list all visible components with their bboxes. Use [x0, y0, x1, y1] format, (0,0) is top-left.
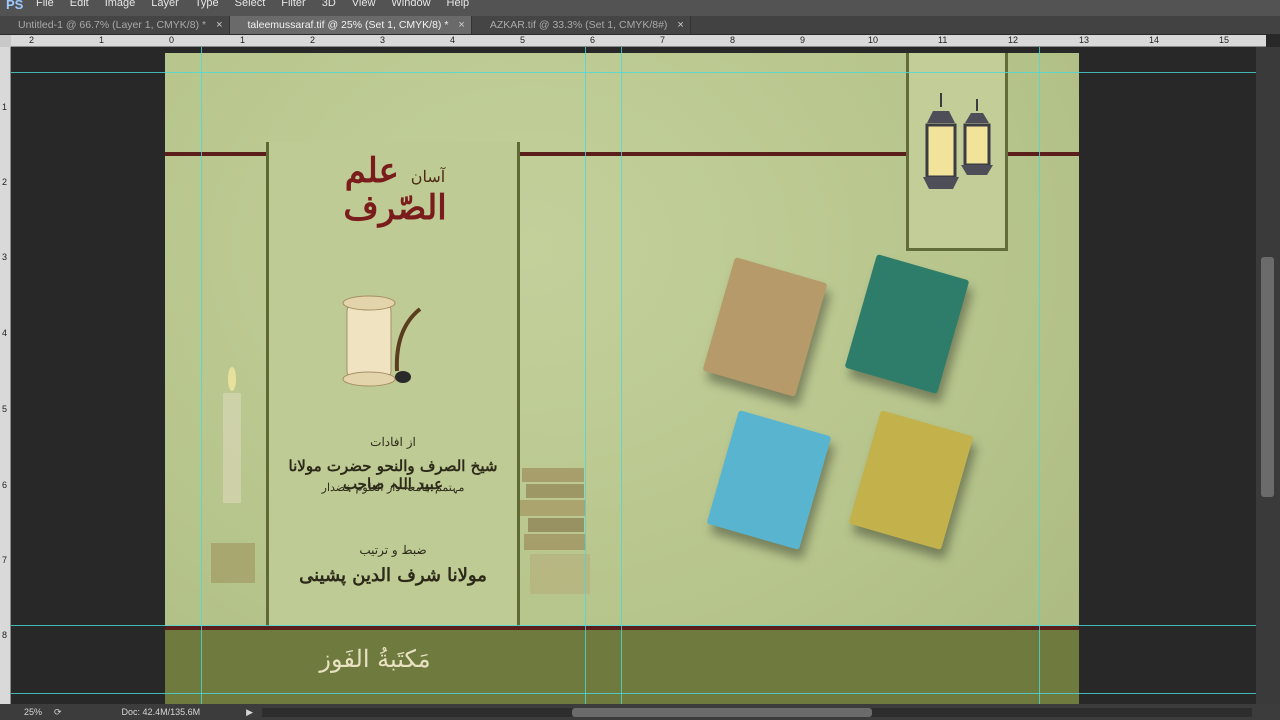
menu-image[interactable]: Image	[97, 0, 144, 16]
maroon-stripe	[165, 152, 266, 156]
ruler-vertical[interactable]: 1 2 3 4 5 6 7 8	[0, 47, 11, 704]
menu-filter[interactable]: Filter	[273, 0, 313, 16]
ruler-label: 7	[660, 35, 666, 45]
book-thumbnail-3	[706, 410, 832, 550]
horizontal-scrollbar[interactable]	[262, 708, 1252, 717]
document-size: Doc: 42.4M/135.6M	[121, 707, 201, 717]
compiler-name: مولانا شرف الدین پشینی	[299, 565, 487, 586]
menu-help[interactable]: Help	[439, 0, 478, 16]
ifadat-label: از افادات	[370, 435, 416, 449]
title-main: علم الصّرف	[343, 151, 447, 229]
compiled-label: ضبط و ترتیب	[359, 543, 427, 557]
book-cover-document[interactable]: آسان علم الصّرف از افادات شیخ الصرف والن…	[165, 53, 1079, 704]
book-title: آسان علم الصّرف	[305, 151, 485, 229]
document-tabs: Untitled-1 @ 66.7% (Layer 1, CMYK/8) * ×…	[0, 16, 1280, 35]
guide-line[interactable]	[621, 47, 622, 704]
ruler-label: 6	[2, 480, 8, 490]
ruler-origin[interactable]	[0, 35, 11, 47]
guide-line[interactable]	[1039, 47, 1040, 704]
ruler-label: 2	[29, 35, 35, 45]
ruler-label: 15	[1219, 35, 1230, 45]
menu-bar: PS File Edit Image Layer Type Select Fil…	[0, 0, 1280, 16]
guide-line[interactable]	[11, 72, 1256, 73]
ruler-label: 5	[2, 404, 8, 414]
ruler-label: 4	[450, 35, 456, 45]
canvas-area[interactable]: آسان علم الصّرف از افادات شیخ الصرف والن…	[11, 47, 1256, 704]
lantern-frame	[906, 53, 1008, 251]
ruler-horizontal[interactable]: 2 1 0 1 2 3 4 5 6 7 8 9 10 11 12 13 14 1…	[11, 35, 1266, 47]
menu-3d[interactable]: 3D	[314, 0, 344, 16]
ruler-label: 2	[2, 177, 8, 187]
guide-line[interactable]	[585, 47, 586, 704]
lantern-icon	[923, 93, 993, 189]
menu-view[interactable]: View	[344, 0, 384, 16]
scroll-thumb[interactable]	[1261, 257, 1274, 497]
publisher-name: مَكتَبةُ الفَوز	[319, 645, 431, 673]
menu-layer[interactable]: Layer	[143, 0, 187, 16]
vertical-scrollbar[interactable]	[1256, 47, 1280, 704]
close-icon[interactable]: ×	[458, 19, 464, 31]
guide-line[interactable]	[11, 625, 1256, 626]
zoom-level[interactable]: 25%	[0, 707, 50, 717]
candle-icon	[211, 367, 255, 583]
tab-taleemussaraf[interactable]: taleemussaraf.tif @ 25% (Set 1, CMYK/8) …	[229, 16, 472, 34]
ruler-label: 8	[2, 630, 8, 640]
book-thumbnail-2	[844, 254, 970, 394]
ruler-label: 3	[380, 35, 386, 45]
status-bar: 25% ⟳ Doc: 42.4M/135.6M ▶	[0, 704, 1280, 720]
tab-label: taleemussaraf.tif @ 25% (Set 1, CMYK/8) …	[247, 19, 449, 31]
ruler-label: 3	[2, 252, 8, 262]
ruler-label: 14	[1149, 35, 1160, 45]
scroll-thumb[interactable]	[572, 708, 872, 717]
book-thumbnail-1	[702, 257, 828, 397]
menu-edit[interactable]: Edit	[62, 0, 97, 16]
ruler-label: 2	[310, 35, 316, 45]
title-prefix: آسان	[410, 167, 446, 186]
guide-line[interactable]	[201, 47, 202, 704]
close-icon[interactable]: ×	[216, 19, 222, 31]
ruler-label: 0	[169, 35, 175, 45]
tab-label: AZKAR.tif @ 33.3% (Set 1, CMYK/8#)	[489, 19, 668, 31]
ruler-label: 1	[99, 35, 105, 45]
tab-azkar[interactable]: AZKAR.tif @ 33.3% (Set 1, CMYK/8#) ×	[471, 16, 691, 34]
guide-line[interactable]	[11, 693, 1256, 694]
tab-untitled-1[interactable]: Untitled-1 @ 66.7% (Layer 1, CMYK/8) * ×	[0, 16, 230, 34]
photoshop-logo-icon[interactable]: PS	[0, 0, 28, 16]
ruler-label: 6	[590, 35, 596, 45]
ruler-label: 1	[2, 102, 8, 112]
menu-select[interactable]: Select	[227, 0, 274, 16]
ruler-label: 1	[240, 35, 246, 45]
tab-label: Untitled-1 @ 66.7% (Layer 1, CMYK/8) *	[18, 19, 207, 31]
status-menu-arrow-icon[interactable]: ▶	[246, 707, 253, 718]
ruler-label: 11	[938, 35, 948, 45]
photoshop-window: PS File Edit Image Layer Type Select Fil…	[0, 0, 1280, 720]
menu-type[interactable]: Type	[187, 0, 227, 16]
books-stack-icon	[520, 468, 590, 594]
close-icon[interactable]: ×	[677, 19, 683, 31]
ruler-label: 12	[1008, 35, 1019, 45]
ruler-label: 7	[2, 555, 8, 565]
menu-window[interactable]: Window	[383, 0, 438, 16]
menu-file[interactable]: File	[28, 0, 62, 16]
author-title: مہتمم جامعہ دار العلوم خضدار	[321, 481, 465, 494]
ruler-label: 13	[1079, 35, 1090, 45]
ruler-label: 5	[520, 35, 526, 45]
ruler-label: 9	[800, 35, 806, 45]
ruler-label: 10	[868, 35, 879, 45]
ruler-label: 8	[730, 35, 736, 45]
status-bar-refresh-icon[interactable]: ⟳	[54, 707, 62, 718]
scroll-quill-icon	[342, 295, 422, 387]
ruler-label: 4	[2, 328, 8, 338]
book-thumbnail-4	[848, 410, 974, 550]
